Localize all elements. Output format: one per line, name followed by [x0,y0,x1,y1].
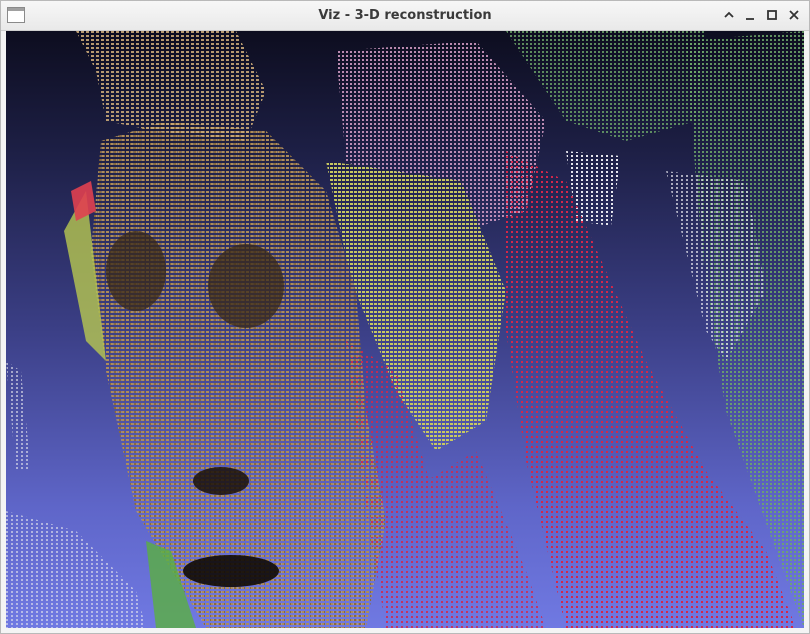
app-window: Viz - 3-D reconstruction [0,0,810,634]
chevron-up-icon[interactable] [720,6,738,24]
point-cloud-render [6,31,804,628]
minimize-icon[interactable] [741,6,759,24]
3d-viewport[interactable] [6,31,804,628]
title-bar[interactable]: Viz - 3-D reconstruction [1,1,809,31]
close-icon[interactable] [785,6,803,24]
maximize-icon[interactable] [763,6,781,24]
window-title: Viz - 3-D reconstruction [318,8,492,23]
